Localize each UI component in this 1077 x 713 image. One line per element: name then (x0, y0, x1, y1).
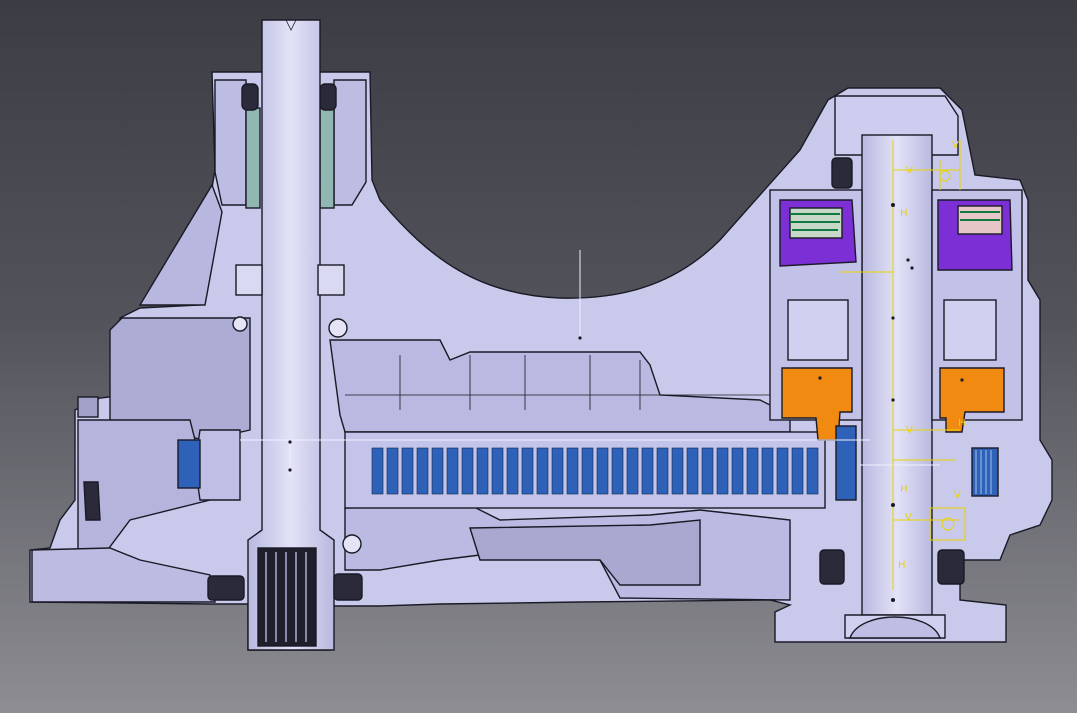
clutch-plate (761, 447, 774, 495)
right-upper-bearing (831, 157, 853, 189)
upper-seal-left (245, 107, 261, 209)
left-dark-pocket (83, 481, 101, 521)
upper-bearing-cap-left (241, 83, 259, 111)
clutch-plate (776, 447, 789, 495)
axis-label-v-4: V (905, 512, 912, 523)
clutch-plate (731, 447, 744, 495)
axis-label-h-1: H (900, 208, 908, 219)
retainer-left (787, 299, 849, 361)
clutch-plate (446, 447, 459, 495)
cad-viewport[interactable]: V V V V V H H H H (0, 0, 1077, 713)
left-clutch-drum (194, 429, 241, 501)
axis-label-v-3: V (906, 425, 913, 436)
left-lower-bearing (207, 575, 245, 601)
clutch-plate (581, 447, 594, 495)
axis-label-v-2: V (906, 165, 913, 176)
clutch-plate (671, 447, 684, 495)
axis-label-h-3: H (898, 560, 906, 571)
upper-bearing-cap-right (319, 83, 337, 111)
transmission-cross-section[interactable]: V V V V V H H H H (0, 0, 1077, 713)
clutch-plate (806, 447, 819, 495)
clutch-plate (611, 447, 624, 495)
center-upper-bearing-ball (328, 318, 348, 338)
center-lower-bearing (333, 573, 363, 601)
axis-label-h-4: H (958, 418, 966, 429)
clutch-plate (491, 447, 504, 495)
axis-label-v-1: V (952, 140, 959, 151)
clutch-plate (746, 447, 759, 495)
axis-label-v-5: V (954, 490, 961, 501)
upper-bearing-housing-right (333, 79, 367, 206)
right-clutch-pack-left (835, 425, 857, 501)
clutch-plate (416, 447, 429, 495)
right-lower-bearing-left (819, 549, 845, 585)
center-lower-bearing-ball (342, 534, 362, 554)
clutch-plate (596, 447, 609, 495)
clutch-plate (521, 447, 534, 495)
clutch-plate (536, 447, 549, 495)
clutch-plate (716, 447, 729, 495)
axis-label-h-2: H (900, 484, 908, 495)
clutch-plate (566, 447, 579, 495)
clutch-plate (791, 447, 804, 495)
upper-seal-right (319, 107, 335, 209)
clutch-plate (401, 447, 414, 495)
clutch-plate (476, 447, 489, 495)
right-lower-bearing-right (937, 549, 965, 585)
clutch-plate (386, 447, 399, 495)
left-bolt-boss (77, 396, 99, 418)
left-upper-snap (235, 264, 263, 296)
clutch-plate (686, 447, 699, 495)
clutch-plate (656, 447, 669, 495)
right-upper-snap (317, 264, 345, 296)
clutch-plate (461, 447, 474, 495)
retainer-right (943, 299, 997, 361)
clutch-plate (431, 447, 444, 495)
clutch-plate (626, 447, 639, 495)
left-clutch-pack (177, 439, 201, 489)
clutch-plate (701, 447, 714, 495)
right-input-shaft[interactable] (861, 134, 933, 616)
left-upper-bearing-ball (232, 316, 248, 332)
clutch-plate (551, 447, 564, 495)
clutch-plate (641, 447, 654, 495)
clutch-plate (506, 447, 519, 495)
clutch-plate (371, 447, 384, 495)
